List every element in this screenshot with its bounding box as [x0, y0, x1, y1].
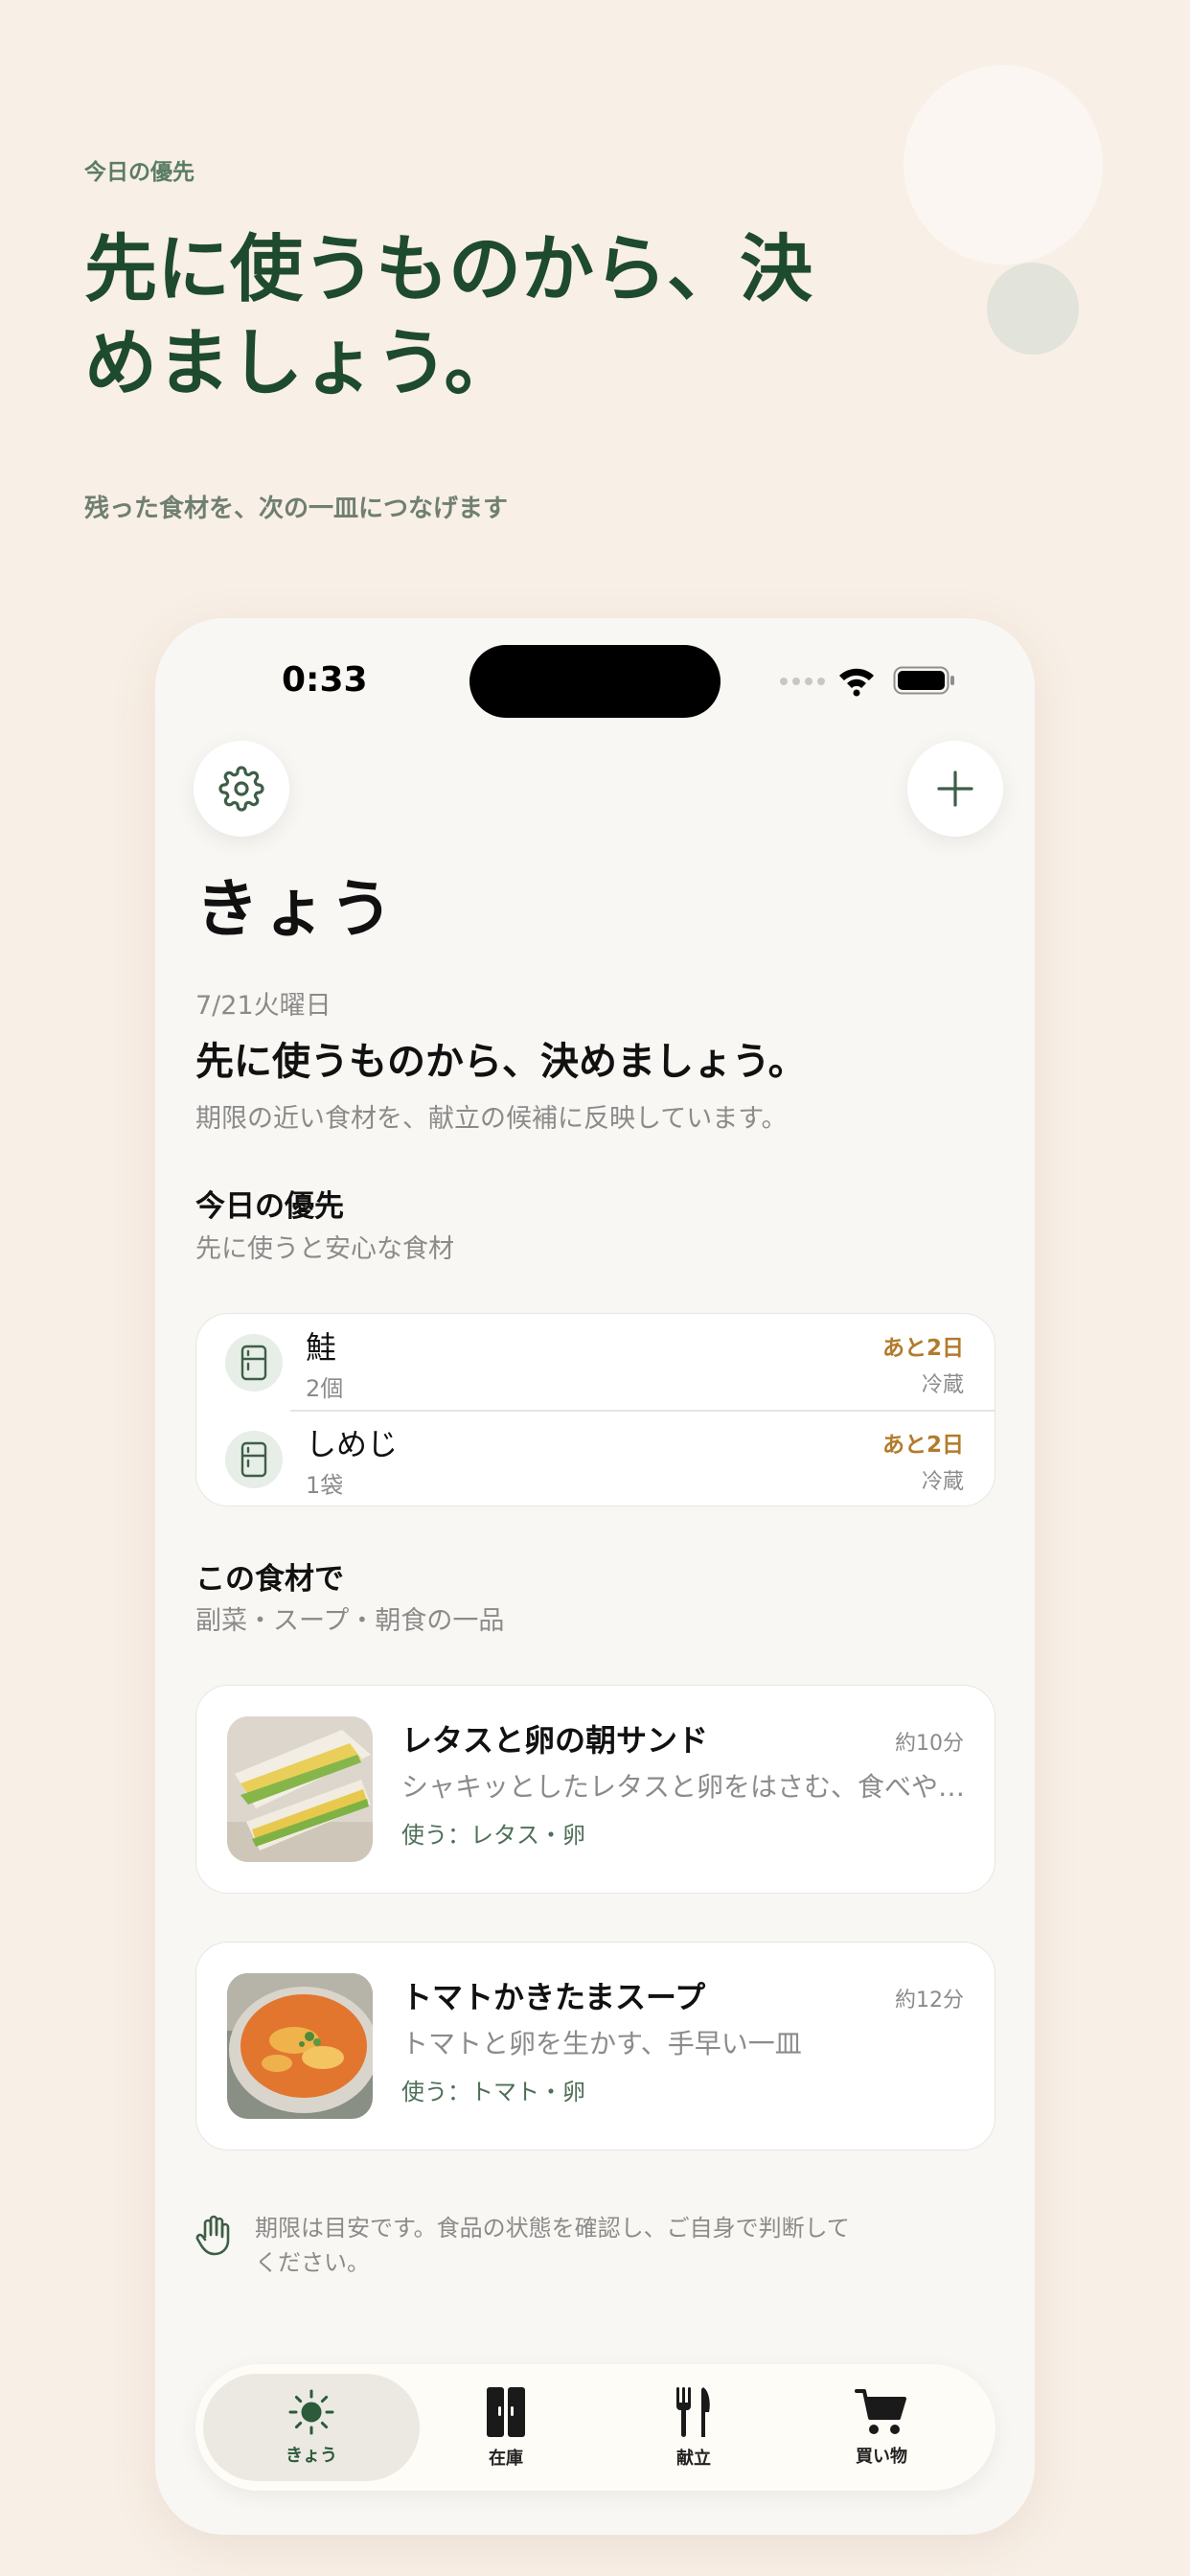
recipe-thumbnail-soup: [227, 1973, 373, 2119]
decorative-circle-small: [987, 263, 1079, 355]
suggestions-section-subtitle: 副菜・スープ・朝食の一品: [195, 1606, 505, 1636]
recipe-description: シャキッとしたレタスと卵をはさむ、食べやすい一品: [401, 1771, 967, 1803]
recipe-thumbnail-sandwich: [227, 1716, 373, 1862]
cabinet-icon: [487, 2387, 525, 2437]
ingredient-name: 鮭: [306, 1329, 337, 1366]
ingredient-name: しめじ: [306, 1426, 399, 1462]
fridge-icon-badge: [225, 1431, 283, 1488]
ingredient-deadline: あと2日: [881, 1336, 964, 1361]
ingredient-deadline: あと2日: [881, 1433, 964, 1458]
tab-menu[interactable]: 献立: [600, 2374, 788, 2481]
fridge-icon-badge: [225, 1334, 283, 1392]
hero-title: 先に使うものから、決めましょう。: [84, 226, 812, 405]
cart-icon: [855, 2389, 906, 2434]
dynamic-island: [469, 645, 721, 718]
plus-icon: [937, 770, 973, 807]
sun-icon: [288, 2389, 334, 2435]
ingredient-row[interactable]: しめじ 1袋 あと2日 冷蔵: [196, 1411, 995, 1506]
ingredient-storage: 冷蔵: [921, 1373, 964, 1397]
ingredient-quantity: 2個: [306, 1375, 344, 1402]
ingredient-row[interactable]: 鮭 2個 あと2日 冷蔵: [196, 1314, 995, 1410]
recipe-description: トマトと卵を生かす、手早い一皿: [401, 2028, 802, 2059]
recipe-time: 約10分: [895, 1732, 964, 1756]
tab-shopping[interactable]: 買い物: [788, 2374, 975, 2481]
tab-label: 在庫: [489, 2449, 523, 2469]
tab-today[interactable]: きょう: [203, 2374, 420, 2481]
phone-frame: 0:33 きょう 7/21火曜日 先に使うものから、決めましょう。 期限の近い食…: [155, 618, 1035, 2535]
hand-icon: [195, 2215, 230, 2256]
ingredient-storage: 冷蔵: [921, 1470, 964, 1494]
tab-label: 買い物: [856, 2447, 907, 2467]
gear-icon: [218, 766, 264, 812]
wifi-icon: [839, 668, 874, 697]
recipe-ingredients-used: 使う：トマト・卵: [401, 2079, 585, 2105]
status-time: 0:33: [282, 660, 368, 700]
recipe-card[interactable]: レタスと卵の朝サンド 約10分 シャキッとしたレタスと卵をはさむ、食べやすい一品…: [195, 1685, 995, 1894]
recipe-time: 約12分: [895, 1989, 964, 2012]
headline-description: 期限の近い食材を、献立の候補に反映しています。: [195, 1104, 788, 1134]
cellular-signal-icon: [780, 678, 825, 685]
settings-button[interactable]: [194, 741, 289, 837]
decorative-circle-large: [904, 65, 1103, 264]
page-title: きょう: [195, 872, 397, 946]
hero-eyebrow: 今日の優先: [84, 160, 195, 185]
tab-label: 献立: [676, 2449, 711, 2469]
tab-bar: きょう 在庫 献立 買い物: [195, 2364, 995, 2491]
headline: 先に使うものから、決めましょう。: [195, 1040, 807, 1084]
recipe-name: トマトかきたまスープ: [401, 1979, 706, 2015]
date-label: 7/21火曜日: [195, 991, 332, 1021]
priority-section-subtitle: 先に使うと安心な食材: [195, 1234, 454, 1264]
fork-knife-icon: [676, 2387, 710, 2437]
recipe-card[interactable]: トマトかきたまスープ 約12分 トマトと卵を生かす、手早い一皿 使う：トマト・卵: [195, 1942, 995, 2150]
tab-label: きょう: [286, 2446, 337, 2466]
disclaimer-text: 期限は目安です。食品の状態を確認し、ご自身で判断してください。: [255, 2215, 850, 2276]
fridge-icon: [240, 1441, 267, 1478]
hero-subtitle: 残った食材を、次の一皿につなげます: [84, 494, 509, 523]
suggestions-section-title: この食材で: [195, 1562, 344, 1597]
recipe-ingredients-used: 使う：レタス・卵: [401, 1822, 585, 1849]
fridge-icon: [240, 1345, 267, 1381]
add-button[interactable]: [907, 741, 1003, 837]
recipe-name: レタスと卵の朝サンド: [401, 1722, 709, 1759]
battery-icon: [893, 666, 954, 695]
priority-ingredients-card: 鮭 2個 あと2日 冷蔵 しめじ 1袋 あと2日 冷蔵: [195, 1313, 995, 1506]
ingredient-quantity: 1袋: [306, 1472, 344, 1499]
priority-section-title: 今日の優先: [195, 1189, 344, 1224]
tab-inventory[interactable]: 在庫: [412, 2374, 600, 2481]
